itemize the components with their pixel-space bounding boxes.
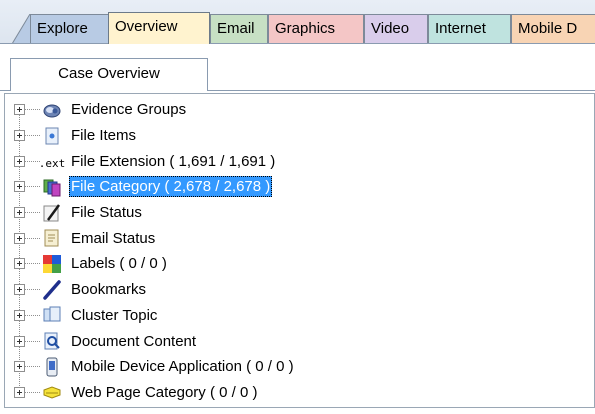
- evidence-groups-icon: [42, 100, 62, 120]
- tree-item-web-page-category[interactable]: Web Page Category ( 0 / 0 ): [14, 380, 574, 406]
- tree-item-document-content[interactable]: Document Content: [14, 328, 574, 354]
- tab-overview[interactable]: Overview: [108, 12, 210, 44]
- tree-item-label: Document Content: [71, 332, 197, 350]
- expand-icon[interactable]: [14, 258, 25, 270]
- email-status-icon: [42, 228, 62, 248]
- tree-item-label: Cluster Topic: [71, 306, 158, 324]
- tree-item-file-extension[interactable]: .ext File Extension ( 1,691 / 1,691 ): [14, 148, 574, 174]
- tree-item-email-status[interactable]: Email Status: [14, 225, 574, 251]
- expand-icon[interactable]: [14, 181, 25, 193]
- tree-item-label: Evidence Groups: [71, 101, 187, 119]
- tree-item-file-category[interactable]: File Category ( 2,678 / 2,678 ): [14, 174, 574, 200]
- file-items-icon: [42, 126, 62, 146]
- expand-icon[interactable]: [14, 361, 25, 373]
- tree-item-label: Bookmarks: [71, 281, 147, 299]
- expand-icon[interactable]: [14, 155, 25, 167]
- tree-item-label: File Category ( 2,678 / 2,678 ): [69, 176, 273, 198]
- expand-icon[interactable]: [14, 207, 25, 219]
- mobile-device-icon: [42, 357, 62, 377]
- tab-graphics[interactable]: Graphics: [268, 14, 364, 44]
- file-status-icon: [42, 203, 62, 223]
- file-extension-icon-text: .ext: [38, 156, 66, 170]
- file-extension-icon: .ext: [39, 151, 66, 171]
- tree-item-bookmarks[interactable]: Bookmarks: [14, 277, 574, 303]
- tree-item-label: File Status: [71, 204, 142, 222]
- expand-icon[interactable]: [14, 386, 25, 398]
- tab-email[interactable]: Email: [210, 14, 268, 44]
- tree-item-file-items[interactable]: File Items: [14, 123, 574, 149]
- document-content-icon: [42, 331, 62, 351]
- tab-case-overview[interactable]: Case Overview: [10, 58, 208, 91]
- tree-item-label: Mobile Device Application ( 0 / 0 ): [71, 358, 294, 376]
- tree-item-label: File Extension ( 1,691 / 1,691 ): [71, 152, 276, 170]
- tree-item-mobile-device-application[interactable]: Mobile Device Application ( 0 / 0 ): [14, 354, 574, 380]
- tree-item-file-status[interactable]: File Status: [14, 200, 574, 226]
- tree-item-labels[interactable]: Labels ( 0 / 0 ): [14, 251, 574, 277]
- file-category-icon: [42, 177, 62, 197]
- expand-icon[interactable]: [14, 232, 25, 244]
- tree-item-cluster-topic[interactable]: Cluster Topic: [14, 303, 574, 329]
- tree-item-label: Email Status: [71, 229, 156, 247]
- tree-item-evidence-groups[interactable]: Evidence Groups: [14, 97, 574, 123]
- case-overview-tree: Evidence Groups File Items .ext File Ext…: [14, 97, 574, 405]
- expand-icon[interactable]: [14, 104, 25, 116]
- cluster-topic-icon: [42, 305, 62, 325]
- tree-item-label: Labels ( 0 / 0 ): [71, 255, 167, 273]
- tab-explore[interactable]: Explore: [30, 14, 110, 44]
- tree-item-label: Web Page Category ( 0 / 0 ): [71, 383, 258, 401]
- tab-mobile[interactable]: Mobile D: [511, 14, 595, 44]
- expand-icon[interactable]: [14, 335, 25, 347]
- tree-item-label: File Items: [71, 127, 137, 145]
- expand-icon[interactable]: [14, 130, 25, 142]
- expand-icon[interactable]: [14, 309, 25, 321]
- tab-internet[interactable]: Internet: [428, 14, 511, 44]
- labels-icon: [42, 254, 62, 274]
- tab-video[interactable]: Video: [364, 14, 428, 44]
- expand-icon[interactable]: [14, 284, 25, 296]
- bookmarks-icon: [42, 279, 62, 300]
- web-page-category-icon: [42, 382, 62, 402]
